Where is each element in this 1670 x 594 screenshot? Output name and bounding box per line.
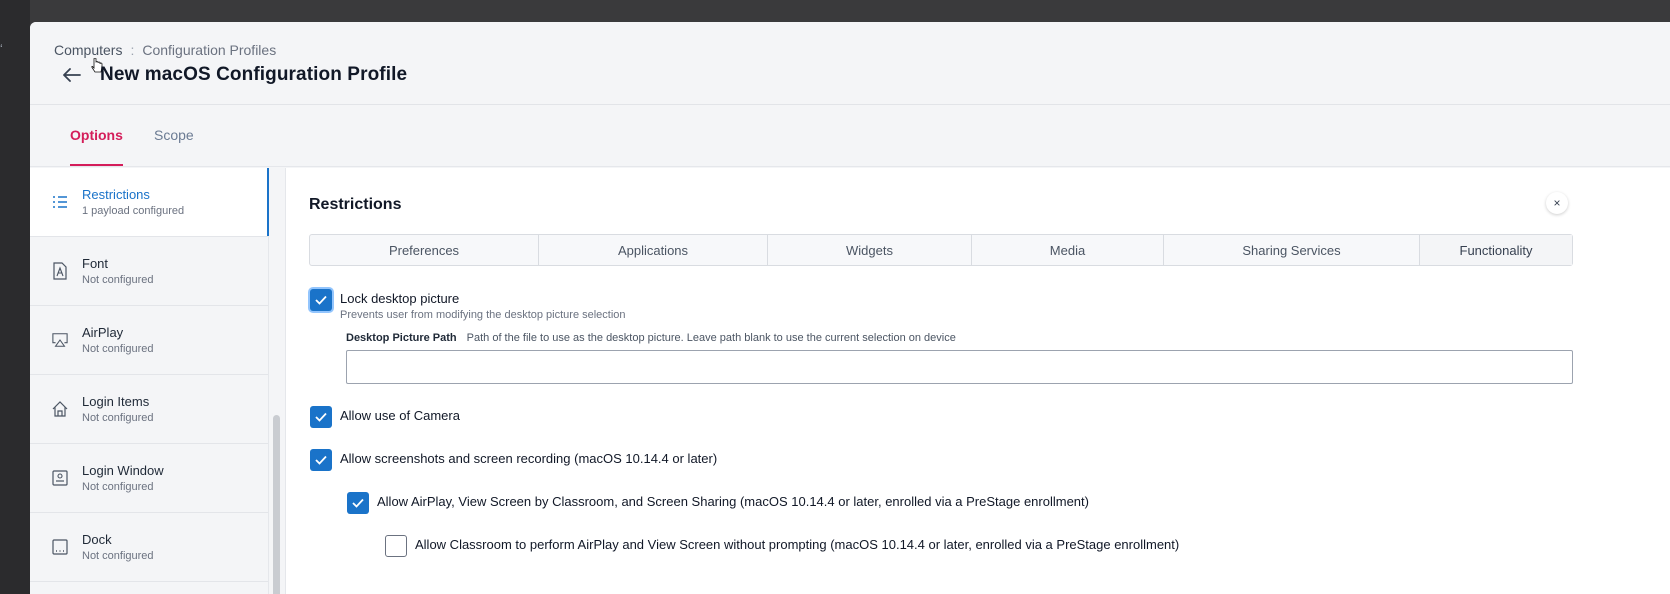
segment-preferences[interactable]: Preferences bbox=[310, 235, 539, 265]
classroom-no-prompt-option: Allow Classroom to perform AirPlay and V… bbox=[385, 535, 1179, 557]
sidebar-item-status: 1 payload configured bbox=[82, 205, 185, 217]
tab-options[interactable]: Options bbox=[70, 127, 123, 166]
login-window-icon bbox=[52, 469, 68, 487]
sidebar-scrollbar[interactable] bbox=[269, 168, 285, 594]
payload-panel: Restrictions × Preferences Applications … bbox=[285, 168, 1670, 594]
sidebar-item-title: AirPlay bbox=[82, 325, 124, 340]
back-arrow-icon[interactable] bbox=[62, 65, 82, 85]
sidebar-item-title: Login Window bbox=[82, 463, 164, 478]
sidebar-item-status: Not configured bbox=[82, 481, 154, 493]
desktop-path-label: Desktop Picture Path bbox=[346, 332, 457, 344]
breadcrumb: Computers : Configuration Profiles bbox=[54, 42, 276, 58]
lock-desktop-checkbox[interactable] bbox=[310, 289, 332, 311]
segment-functionality[interactable]: Functionality bbox=[1420, 235, 1572, 265]
checkmark-icon bbox=[352, 498, 364, 508]
sidebar-item-title: Restrictions bbox=[82, 187, 150, 202]
payload-sidebar: Restrictions 1 payload configured Font N… bbox=[30, 168, 269, 594]
page-title: New macOS Configuration Profile bbox=[100, 64, 408, 85]
restrictions-segmented-control: Preferences Applications Widgets Media S… bbox=[309, 234, 1573, 266]
breadcrumb-computers[interactable]: Computers bbox=[54, 42, 122, 58]
sidebar-item-airplay[interactable]: AirPlay Not configured bbox=[30, 306, 268, 375]
sidebar-item-login-items[interactable]: Login Items Not configured bbox=[30, 375, 268, 444]
font-icon bbox=[52, 262, 68, 280]
segment-applications[interactable]: Applications bbox=[539, 235, 768, 265]
background-window-edge: ʻ bbox=[0, 0, 30, 594]
desktop-path-label-row: Desktop Picture Path Path of the file to… bbox=[346, 332, 956, 344]
sidebar-item-status: Not configured bbox=[82, 343, 154, 355]
lock-desktop-description: Prevents user from modifying the desktop… bbox=[340, 309, 626, 321]
sidebar-item-dock[interactable]: Dock Not configured bbox=[30, 513, 268, 582]
segment-sharing-services[interactable]: Sharing Services bbox=[1164, 235, 1420, 265]
camera-label: Allow use of Camera bbox=[340, 408, 460, 423]
restrictions-list-icon bbox=[52, 193, 68, 211]
classroom-no-prompt-label: Allow Classroom to perform AirPlay and V… bbox=[415, 537, 1180, 552]
desktop-path-help: Path of the file to use as the desktop p… bbox=[466, 332, 956, 344]
airplay-icon bbox=[52, 331, 68, 349]
segment-widgets[interactable]: Widgets bbox=[768, 235, 972, 265]
sidebar-item-title: Dock bbox=[82, 532, 112, 547]
sidebar-item-font[interactable]: Font Not configured bbox=[30, 237, 268, 306]
breadcrumb-configuration-profiles[interactable]: Configuration Profiles bbox=[142, 42, 276, 58]
sidebar-item-title: Login Items bbox=[82, 394, 150, 409]
breadcrumb-separator: : bbox=[130, 42, 135, 58]
panel-title: Restrictions bbox=[309, 196, 402, 213]
sidebar-item-login-window[interactable]: Login Window Not configured bbox=[30, 444, 268, 513]
screenshots-checkbox[interactable] bbox=[310, 449, 332, 471]
airplay-classroom-label: Allow AirPlay, View Screen by Classroom,… bbox=[377, 494, 1089, 509]
sidebar-item-title: Font bbox=[82, 256, 109, 271]
classroom-no-prompt-checkbox[interactable] bbox=[385, 535, 407, 557]
screenshots-option: Allow screenshots and screen recording (… bbox=[310, 449, 717, 471]
lock-desktop-label: Lock desktop picture bbox=[340, 291, 460, 306]
close-icon[interactable]: × bbox=[1546, 192, 1568, 214]
scrollbar-thumb[interactable] bbox=[273, 415, 280, 594]
page-header: Computers : Configuration Profiles New m… bbox=[30, 22, 1670, 105]
camera-checkbox[interactable] bbox=[310, 406, 332, 428]
screenshots-label: Allow screenshots and screen recording (… bbox=[340, 451, 718, 466]
sidebar-item-status: Not configured bbox=[82, 550, 154, 562]
background-glyph: ʻ bbox=[0, 42, 3, 56]
tab-bar: Options Scope bbox=[30, 105, 1670, 167]
checkmark-icon bbox=[315, 295, 327, 305]
checkmark-icon bbox=[315, 412, 327, 422]
tab-scope[interactable]: Scope bbox=[154, 127, 194, 143]
desktop-path-input[interactable] bbox=[346, 350, 1573, 384]
sidebar-item-status: Not configured bbox=[82, 412, 154, 424]
dock-icon bbox=[52, 538, 68, 556]
checkmark-icon bbox=[315, 455, 327, 465]
sidebar-item-status: Not configured bbox=[82, 274, 154, 286]
segment-media[interactable]: Media bbox=[972, 235, 1164, 265]
house-icon bbox=[52, 400, 68, 418]
lock-desktop-option: Lock desktop picture Prevents user from … bbox=[310, 289, 626, 321]
airplay-classroom-checkbox[interactable] bbox=[347, 492, 369, 514]
camera-option: Allow use of Camera bbox=[310, 406, 460, 428]
profile-window: Computers : Configuration Profiles New m… bbox=[30, 22, 1670, 594]
sidebar-item-restrictions[interactable]: Restrictions 1 payload configured bbox=[30, 168, 269, 237]
airplay-classroom-option: Allow AirPlay, View Screen by Classroom,… bbox=[347, 492, 1089, 514]
